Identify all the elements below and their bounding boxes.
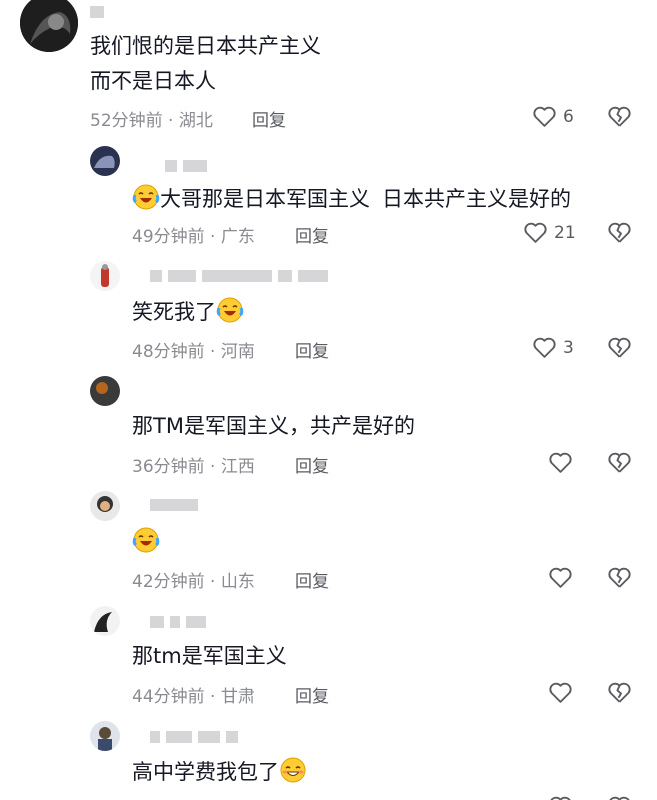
username-redacted[interactable] — [150, 499, 204, 511]
reply-meta: 42分钟前 · 山东 — [132, 567, 255, 592]
like-count: 3 — [563, 337, 574, 358]
like-button[interactable]: 6 — [532, 105, 574, 128]
reply-text: 大哥那是日本军国主义 日本共产主义是好的 — [132, 183, 571, 214]
reply-time: 49分钟前 — [132, 227, 205, 247]
reply-button[interactable]: 回复 — [295, 222, 329, 247]
reply-location: 山东 — [220, 572, 255, 592]
broken-heart-icon — [608, 106, 631, 127]
like-count: 6 — [563, 106, 574, 127]
reply-text-part-2: 日本共产主义是好的 — [382, 187, 571, 211]
reply-text-part-1: 笑死我了 — [132, 300, 216, 324]
broken-heart-icon — [609, 796, 630, 800]
avatar-image — [90, 721, 120, 751]
avatar-image — [90, 491, 120, 521]
meta-separator: · — [210, 687, 216, 707]
dislike-button[interactable] — [607, 795, 632, 800]
reply-button[interactable]: 回复 — [295, 337, 329, 362]
username-redacted[interactable] — [165, 160, 213, 172]
avatar[interactable] — [20, 0, 78, 52]
heart-outline-icon — [533, 337, 556, 358]
grin-blush-emoji-icon — [280, 757, 306, 783]
reply-text-part-1: 大哥那是日本军国主义 — [160, 187, 370, 211]
reply-text-part-1: 高中学费我包了 — [132, 760, 279, 784]
reply-text: 那tm是军国主义 — [132, 644, 287, 668]
reply-text — [132, 526, 160, 557]
heart-outline-icon — [549, 452, 572, 473]
reply-location: 广东 — [220, 227, 255, 247]
laugh-cry-emoji-icon — [132, 527, 160, 553]
reply-location: 甘肃 — [220, 687, 255, 707]
dislike-button[interactable] — [607, 451, 632, 474]
dislike-button[interactable] — [607, 566, 632, 589]
reply-button[interactable]: 回复 — [295, 567, 329, 592]
comment-text-line-1: 我们恨的是日本共产主义 — [90, 34, 321, 58]
reply-location: 河南 — [220, 342, 255, 362]
reply-button[interactable]: 回复 — [252, 106, 286, 131]
reply-button[interactable]: 回复 — [295, 452, 329, 477]
avatar-image — [90, 261, 120, 291]
reply-text: 高中学费我包了 — [132, 756, 307, 787]
reply-meta: 44分钟前 · 甘肃 — [132, 682, 255, 707]
meta-separator: · — [210, 572, 216, 592]
avatar[interactable] — [90, 146, 120, 176]
avatar[interactable] — [90, 606, 120, 636]
username-redacted[interactable] — [90, 6, 110, 18]
like-button[interactable] — [548, 566, 573, 589]
broken-heart-icon — [608, 337, 631, 358]
avatar[interactable] — [90, 491, 120, 521]
avatar-image — [90, 146, 120, 176]
username-redacted[interactable] — [150, 731, 244, 743]
avatar-image — [90, 376, 120, 406]
avatar[interactable] — [90, 721, 120, 751]
comment-meta: 52分钟前 · 湖北 — [90, 106, 213, 131]
like-button[interactable]: 3 — [532, 336, 574, 359]
avatar-image — [90, 606, 120, 636]
laugh-cry-emoji-icon — [216, 297, 244, 323]
meta-separator: · — [210, 227, 216, 247]
comment-time: 52分钟前 — [90, 111, 163, 131]
like-button[interactable] — [548, 795, 573, 800]
broken-heart-icon — [608, 222, 631, 243]
avatar-image — [20, 0, 78, 52]
reply-button[interactable]: 回复 — [295, 682, 329, 707]
broken-heart-icon — [608, 452, 631, 473]
username-redacted[interactable] — [150, 616, 212, 628]
reply-text: 那TM是军国主义，共产是好的 — [132, 414, 415, 438]
like-button[interactable] — [548, 681, 573, 704]
reply-meta: 36分钟前 · 江西 — [132, 452, 255, 477]
comment-text-line-2: 而不是日本人 — [90, 69, 216, 93]
like-button[interactable] — [548, 451, 573, 474]
dislike-button[interactable] — [607, 681, 632, 704]
reply-text: 笑死我了 — [132, 296, 244, 327]
dislike-button[interactable] — [607, 336, 632, 359]
avatar[interactable] — [90, 261, 120, 291]
avatar[interactable] — [90, 376, 120, 406]
reply-meta: 48分钟前 · 河南 — [132, 337, 255, 362]
heart-outline-icon — [550, 796, 571, 800]
heart-outline-icon — [549, 567, 572, 588]
reply-time: 48分钟前 — [132, 342, 205, 362]
meta-separator: · — [168, 111, 174, 131]
meta-separator: · — [210, 342, 216, 362]
reply-time: 36分钟前 — [132, 457, 205, 477]
meta-separator: · — [210, 457, 216, 477]
broken-heart-icon — [608, 682, 631, 703]
reply-location: 江西 — [220, 457, 255, 477]
dislike-button[interactable] — [607, 105, 632, 128]
heart-outline-icon — [533, 106, 556, 127]
laugh-cry-emoji-icon — [132, 184, 160, 210]
heart-outline-icon — [549, 682, 572, 703]
reply-time: 44分钟前 — [132, 687, 205, 707]
username-redacted[interactable] — [150, 270, 334, 282]
like-count: 21 — [554, 222, 576, 243]
heart-outline-icon — [524, 222, 547, 243]
reply-meta: 49分钟前 · 广东 — [132, 222, 255, 247]
broken-heart-icon — [608, 567, 631, 588]
like-button[interactable]: 21 — [523, 221, 576, 244]
dislike-button[interactable] — [607, 221, 632, 244]
reply-time: 42分钟前 — [132, 572, 205, 592]
comment-location: 湖北 — [178, 111, 213, 131]
